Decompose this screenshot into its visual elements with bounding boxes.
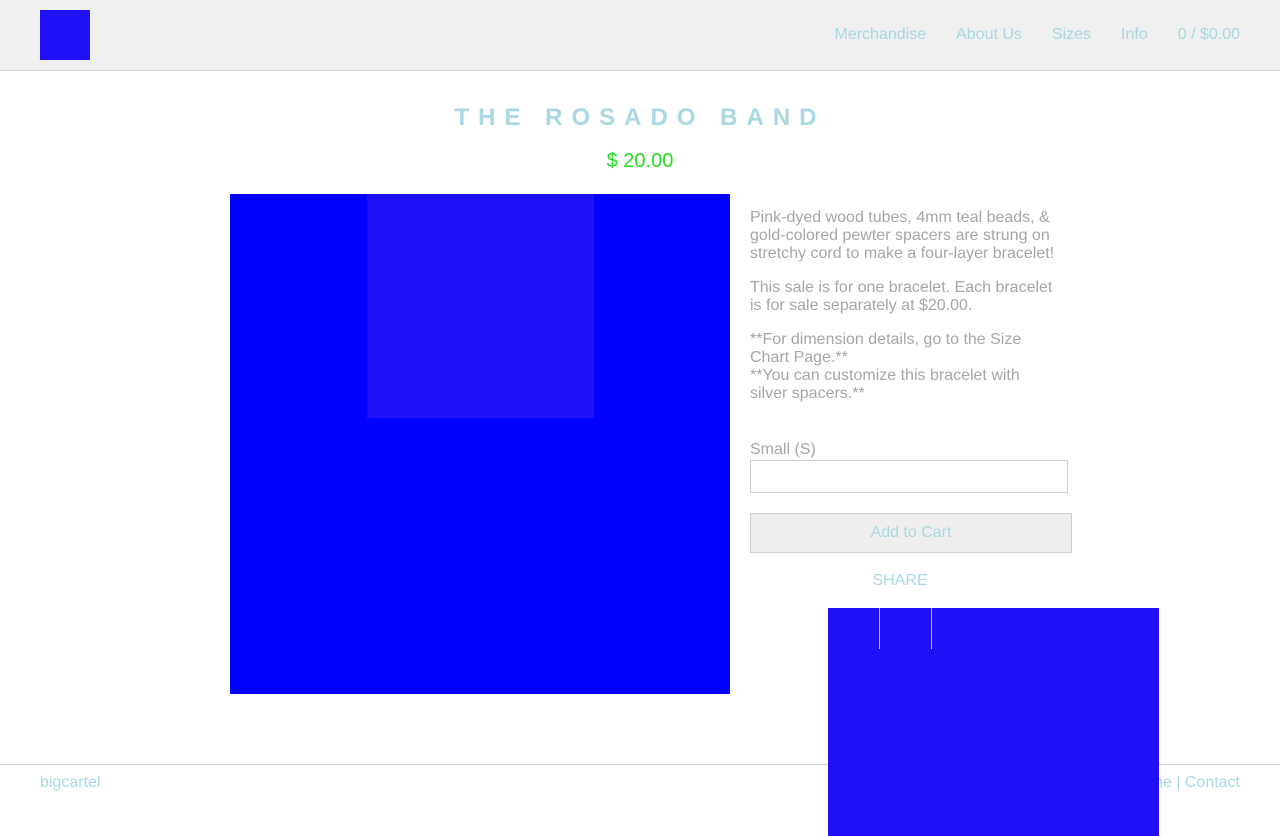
description-note: **For dimension details, go to the Size … xyxy=(750,331,1022,366)
share-label: SHARE xyxy=(872,572,928,589)
size-select[interactable] xyxy=(750,460,1068,493)
description-paragraph: Pink-dyed wood tubes, 4mm teal beads, & … xyxy=(750,209,1055,262)
footer-contact-link[interactable]: Contact xyxy=(1185,774,1240,791)
footer-separator: | xyxy=(1171,774,1185,791)
share-buttons-panel xyxy=(828,608,1159,836)
main-nav: Merchandise About Us Sizes Info 0 / $0.0… xyxy=(834,0,1240,70)
site-header: Merchandise About Us Sizes Info 0 / $0.0… xyxy=(0,0,1280,71)
product-price: $ 20.00 xyxy=(606,150,674,172)
product-title: THE ROSADO BAND xyxy=(454,104,826,131)
share-twitter-button[interactable] xyxy=(880,608,932,649)
nav-info[interactable]: Info xyxy=(1121,26,1148,44)
store-logo[interactable] xyxy=(40,10,90,60)
description-paragraph: This sale is for one bracelet. Each brac… xyxy=(750,279,1053,314)
product-description: Pink-dyed wood tubes, 4mm teal beads, & … xyxy=(750,209,1060,419)
size-label: Small (S) xyxy=(750,441,816,458)
description-note: **You can customize this bracelet with s… xyxy=(750,367,1020,402)
product-image-overlay xyxy=(367,194,594,418)
nav-about-us[interactable]: About Us xyxy=(956,26,1022,44)
product-image[interactable] xyxy=(230,194,730,694)
share-facebook-button[interactable] xyxy=(828,608,880,649)
nav-merchandise[interactable]: Merchandise xyxy=(834,26,926,44)
share-pinterest-button[interactable] xyxy=(932,608,972,649)
nav-cart[interactable]: 0 / $0.00 xyxy=(1178,26,1240,44)
nav-sizes[interactable]: Sizes xyxy=(1052,26,1091,44)
description-notes: **For dimension details, go to the Size … xyxy=(750,331,1060,403)
footer-brand-link[interactable]: bigcartel xyxy=(40,774,100,792)
add-to-cart-button[interactable]: Add to Cart xyxy=(750,513,1072,553)
